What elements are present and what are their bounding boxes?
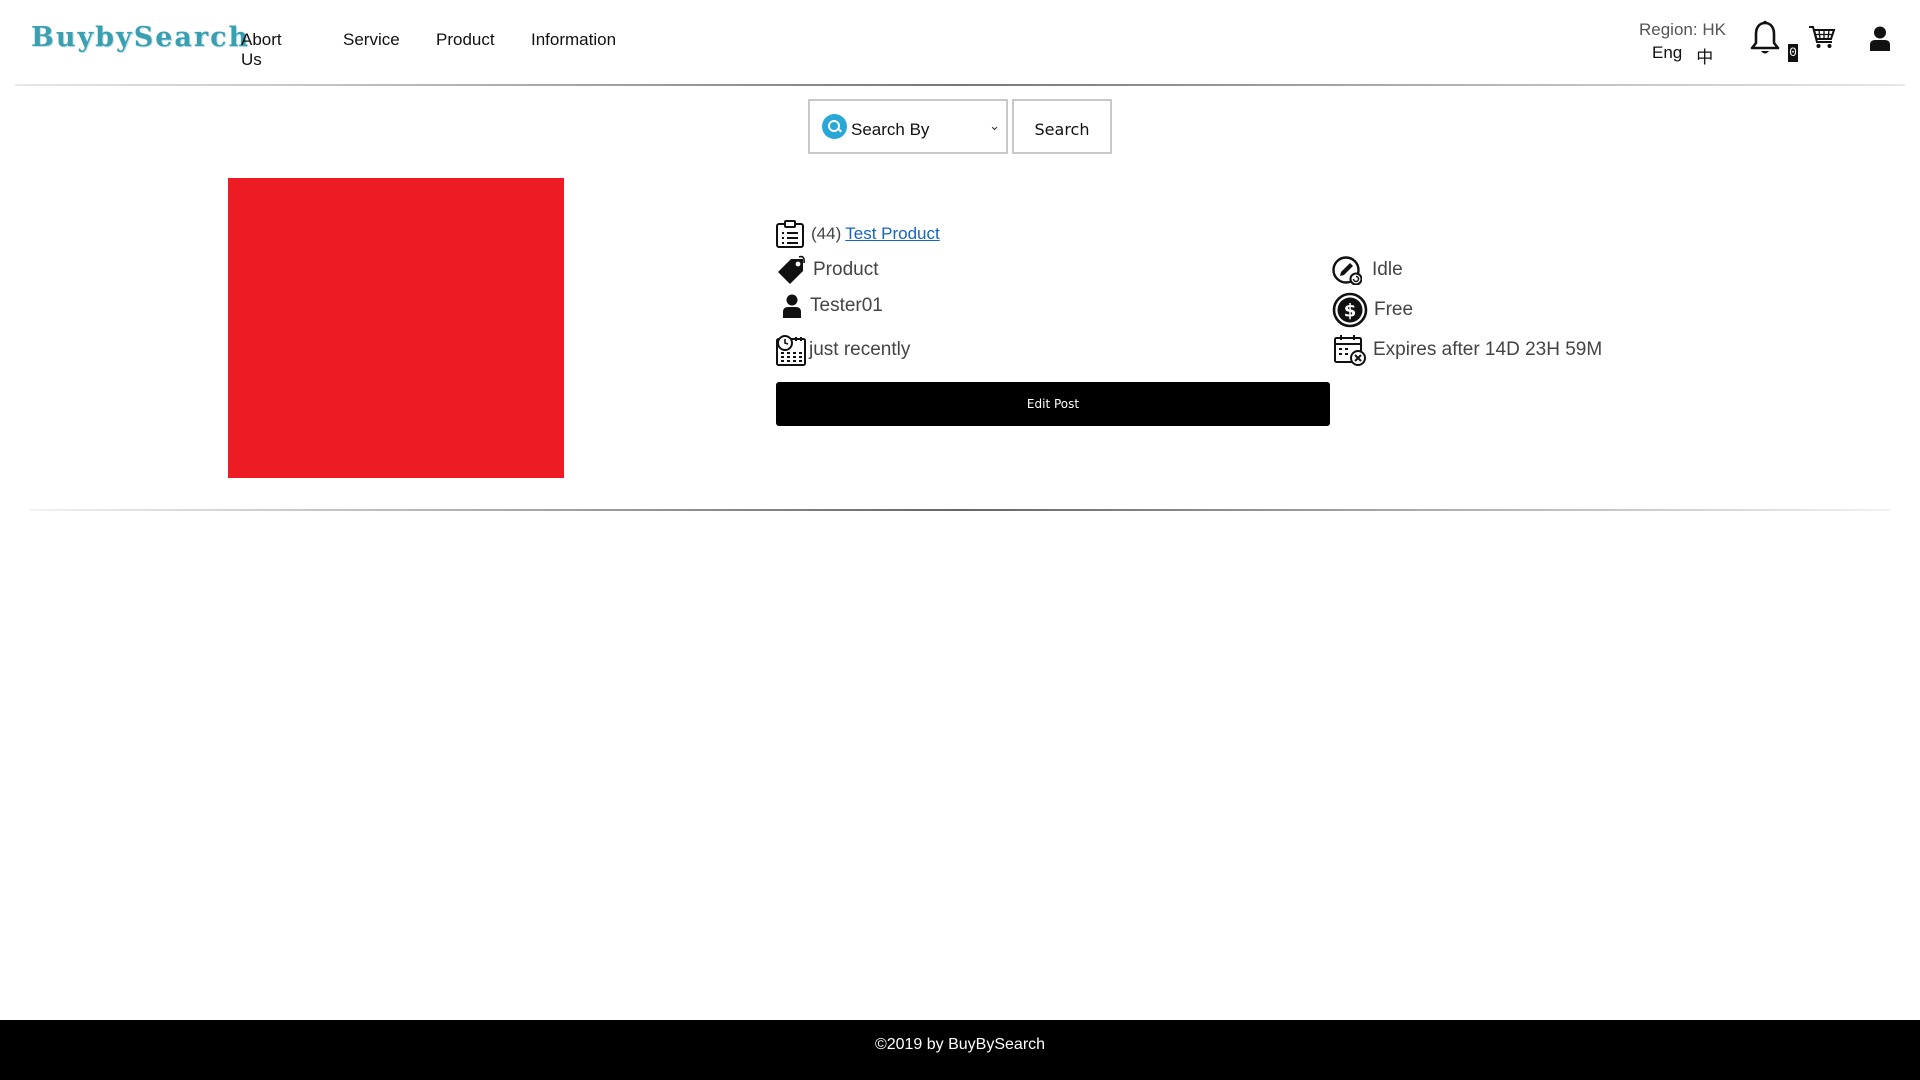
product-expiry-row: Expires after 14D 23H 59M xyxy=(1334,334,1602,366)
svg-text:$: $ xyxy=(1344,301,1357,322)
search-button[interactable]: Search xyxy=(1012,99,1112,154)
user-icon xyxy=(783,294,801,318)
search-by-select[interactable]: Search By ⌄ xyxy=(808,99,1008,154)
chevron-down-icon: ⌄ xyxy=(989,118,1000,133)
product-title-link[interactable]: Test Product xyxy=(845,224,940,244)
product-title-row: (44) Test Product xyxy=(775,219,940,249)
product-status: Idle xyxy=(1372,259,1403,280)
nav-product[interactable]: Product xyxy=(436,30,495,50)
site-logo[interactable]: BuybySearch xyxy=(31,22,250,53)
lang-english[interactable]: Eng xyxy=(1652,43,1682,68)
product-user-row: Tester01 xyxy=(782,294,883,318)
notification-badge: 0 xyxy=(1788,44,1798,62)
product-image[interactable] xyxy=(228,178,564,478)
product-posted-time: just recently xyxy=(809,339,911,360)
site-header: BuybySearch Abort Us Service Product Inf… xyxy=(0,0,1920,85)
search-by-label: Search By xyxy=(851,119,930,139)
tag-icon xyxy=(778,255,805,284)
product-type: Product xyxy=(813,259,879,280)
site-footer: ©2019 by BuyBySearch xyxy=(0,1020,1920,1080)
product-price-row: $ Free xyxy=(1332,292,1413,328)
product-expiry: Expires after 14D 23H 59M xyxy=(1373,339,1603,360)
calendar-clock-icon xyxy=(776,335,806,366)
header-divider xyxy=(15,84,1905,86)
product-count: (44) xyxy=(811,224,842,243)
status-edit-icon xyxy=(1332,256,1362,285)
product-posted-row: just recently xyxy=(775,334,910,366)
lang-chinese[interactable]: 中 xyxy=(1696,43,1713,68)
calendar-expire-icon xyxy=(1334,335,1366,366)
nav-about-us[interactable]: Abort Us xyxy=(241,30,282,70)
account-icon[interactable] xyxy=(1869,26,1891,51)
edit-post-button[interactable]: Edit Post xyxy=(776,382,1330,426)
nav-information[interactable]: Information xyxy=(531,30,616,50)
region-label[interactable]: Region: HK xyxy=(1639,20,1726,40)
product-price: Free xyxy=(1374,299,1414,320)
product-type-row: Product xyxy=(777,255,878,285)
dollar-icon: $ xyxy=(1332,292,1368,328)
cart-icon[interactable] xyxy=(1808,24,1836,50)
search-icon xyxy=(822,114,847,139)
clipboard-list-icon xyxy=(776,220,804,248)
nav-service[interactable]: Service xyxy=(343,30,400,50)
bell-icon[interactable] xyxy=(1750,20,1780,56)
language-switcher: Eng 中 xyxy=(1652,43,1713,68)
section-divider xyxy=(30,509,1890,511)
product-status-row: Idle xyxy=(1332,255,1403,285)
product-user: Tester01 xyxy=(810,295,883,316)
footer-copyright: ©2019 by BuyBySearch xyxy=(874,1036,1046,1053)
